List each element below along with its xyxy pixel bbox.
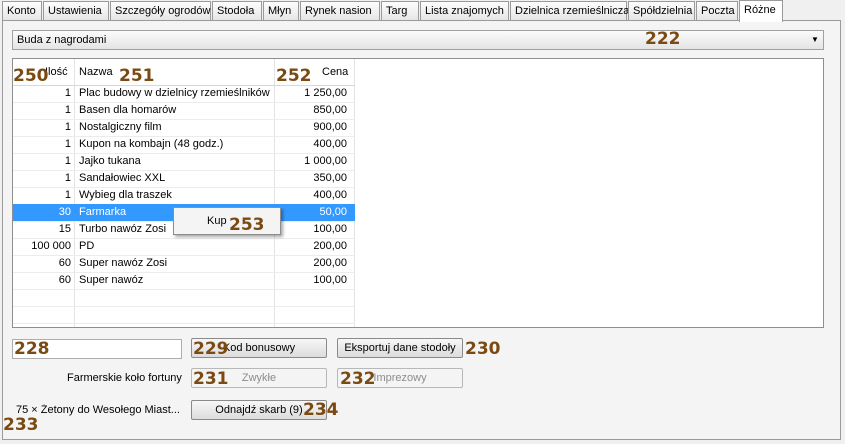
- tab-rynek-nasion[interactable]: Rynek nasion: [300, 1, 380, 20]
- context-menu: Kup: [173, 207, 281, 235]
- qty-cell: 60: [58, 257, 71, 269]
- price-cell: 400,00: [313, 189, 347, 201]
- tab-szczegoly-ogrodow[interactable]: Szczegóły ogrodów: [110, 1, 211, 20]
- tab-stodola[interactable]: Stodoła: [212, 1, 262, 20]
- annotation-222: 222: [645, 29, 681, 49]
- qty-cell: 1: [64, 172, 71, 184]
- qty-cell: 1: [64, 189, 71, 201]
- tab-dzielnica-rzemieslnicza[interactable]: Dzielnica rzemieślnicza: [510, 1, 629, 20]
- price-cell: 100,00: [313, 223, 347, 235]
- tab-lista-znajomych[interactable]: Lista znajomych: [420, 1, 509, 20]
- annotation-232: 232: [340, 369, 376, 389]
- fortune-wheel-label: Farmerskie koło fortuny: [67, 372, 182, 384]
- annotation-252: 252: [276, 66, 312, 86]
- qty-cell: 30: [58, 206, 71, 218]
- category-dropdown-value: Buda z nagrodami: [17, 34, 107, 46]
- header-price[interactable]: Cena: [322, 66, 348, 78]
- qty-cell: 100 000: [31, 240, 71, 252]
- tab-konto[interactable]: Konto: [2, 1, 42, 20]
- category-dropdown[interactable]: Buda z nagrodami ▼: [12, 30, 824, 50]
- table-row[interactable]: 1 Jajko tukana 1 000,00: [13, 153, 355, 171]
- qty-cell: 1: [64, 87, 71, 99]
- export-barn-data-button[interactable]: Eksportuj dane stodoły: [337, 338, 463, 358]
- qty-cell: 1: [64, 121, 71, 133]
- tab-ustawienia[interactable]: Ustawienia: [43, 1, 109, 20]
- qty-cell: 1: [64, 138, 71, 150]
- name-cell: Nostalgiczny film: [79, 121, 162, 133]
- annotation-250: 250: [13, 66, 49, 86]
- name-cell: Plac budowy w dzielnicy rzemieślników: [79, 87, 270, 99]
- annotation-228: 228: [14, 339, 50, 359]
- empty-row: [13, 306, 355, 324]
- chevron-down-icon: ▼: [811, 35, 819, 44]
- annotation-229: 229: [193, 339, 229, 359]
- table-row[interactable]: 1 Basen dla homarów 850,00: [13, 102, 355, 120]
- name-cell: Kupon na kombajn (48 godz.): [79, 138, 224, 150]
- table-row[interactable]: 60 Super nawóz 100,00: [13, 272, 355, 290]
- tokens-label: 75 × Żetony do Wesołego Miast...: [16, 404, 180, 416]
- qty-cell: 1: [64, 155, 71, 167]
- table-row[interactable]: 1 Sandałowiec XXL 350,00: [13, 170, 355, 188]
- name-cell: Sandałowiec XXL: [79, 172, 166, 184]
- tab-poczta[interactable]: Poczta: [696, 1, 738, 20]
- price-cell: 100,00: [313, 274, 347, 286]
- name-cell: Super nawóz: [79, 274, 144, 286]
- annotation-233: 233: [3, 415, 39, 435]
- price-cell: 400,00: [313, 138, 347, 150]
- header-name[interactable]: Nazwa: [79, 66, 113, 78]
- tab-rozne[interactable]: Różne: [739, 0, 783, 22]
- annotation-253: 253: [229, 215, 265, 235]
- name-cell: Wybieg dla traszek: [79, 189, 172, 201]
- price-cell: 850,00: [313, 104, 347, 116]
- table-row[interactable]: 100 000 PD 200,00: [13, 238, 355, 256]
- name-cell: Basen dla homarów: [79, 104, 177, 116]
- qty-cell: 60: [58, 274, 71, 286]
- price-cell: 900,00: [313, 121, 347, 133]
- tab-spoldzielnia[interactable]: Spółdzielnia: [628, 1, 695, 20]
- price-cell: 200,00: [313, 240, 347, 252]
- tab-targ[interactable]: Targ: [381, 1, 419, 20]
- qty-cell: 15: [58, 223, 71, 235]
- name-cell: PD: [79, 240, 95, 252]
- table-row[interactable]: 1 Wybieg dla traszek 400,00: [13, 187, 355, 205]
- price-cell: 350,00: [313, 172, 347, 184]
- tab-bar: Konto Ustawienia Szczegóły ogrodów Stodo…: [0, 0, 845, 22]
- name-cell: Super nawóz Zosi: [79, 257, 168, 269]
- price-cell: 1 000,00: [304, 155, 347, 167]
- annotation-234: 234: [303, 400, 339, 420]
- annotation-231: 231: [193, 369, 229, 389]
- buy-menu-item[interactable]: Kup: [207, 215, 227, 227]
- empty-row: [13, 289, 355, 307]
- table-row[interactable]: 1 Kupon na kombajn (48 godz.) 400,00: [13, 136, 355, 154]
- price-cell: 1 250,00: [304, 87, 347, 99]
- qty-cell: 1: [64, 104, 71, 116]
- table-row[interactable]: 60 Super nawóz Zosi 200,00: [13, 255, 355, 273]
- annotation-230: 230: [465, 339, 501, 359]
- table-row[interactable]: 1 Plac budowy w dzielnicy rzemieślników 1 …: [13, 85, 355, 103]
- price-cell: 50,00: [319, 206, 347, 218]
- name-cell: Jajko tukana: [79, 155, 141, 167]
- items-table[interactable]: Ilość Nazwa Cena 1 Plac budowy w dzielnic…: [12, 58, 824, 328]
- annotation-251: 251: [119, 66, 155, 86]
- tab-mlyn[interactable]: Młyn: [263, 1, 299, 20]
- price-cell: 200,00: [313, 257, 347, 269]
- table-row[interactable]: 1 Nostalgiczny film 900,00: [13, 119, 355, 137]
